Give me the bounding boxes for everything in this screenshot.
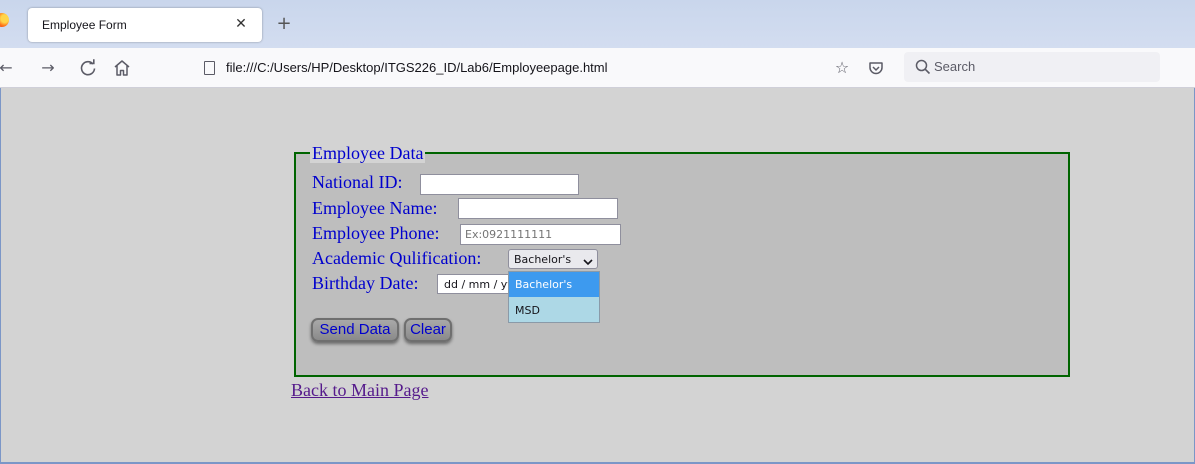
back-arrow-icon[interactable]: ← — [0, 56, 18, 80]
employee-phone-label: Employee Phone: — [312, 223, 440, 243]
clear-button[interactable]: Clear — [404, 318, 452, 342]
search-placeholder: Search — [934, 59, 976, 74]
window-frame-right — [1185, 88, 1195, 464]
birthday-label: Birthday Date: — [312, 273, 419, 293]
search-icon — [914, 58, 932, 76]
birthday-date-field[interactable]: dd / mm / yyyy — [437, 274, 517, 294]
search-bar[interactable]: Search — [904, 52, 1160, 82]
employee-phone-field[interactable] — [460, 224, 621, 245]
new-tab-icon[interactable]: + — [272, 12, 296, 36]
pocket-icon[interactable] — [866, 58, 886, 78]
page-icon — [204, 61, 215, 75]
tab-strip: Employee Form ✕ + — [0, 0, 1195, 48]
bookmark-star-icon[interactable]: ☆ — [832, 58, 852, 78]
fieldset-legend: Employee Data — [310, 143, 426, 163]
tab-employee-form[interactable]: Employee Form ✕ — [28, 8, 262, 42]
forward-arrow-icon[interactable]: → — [36, 56, 60, 80]
window-frame-left — [0, 88, 8, 464]
birthday-date-placeholder: dd / mm / yyyy — [444, 278, 516, 291]
qualification-select[interactable]: Bachelor's — [508, 249, 598, 269]
close-tab-icon[interactable]: ✕ — [230, 13, 252, 35]
qualification-label: Academic Qulification: — [312, 248, 482, 268]
address-bar[interactable]: file:///C:/Users/HP/Desktop/ITGS226_ID/L… — [196, 53, 886, 83]
employee-name-field[interactable] — [458, 198, 618, 219]
tab-title: Employee Form — [42, 18, 127, 32]
reload-icon[interactable] — [76, 56, 100, 80]
send-data-button[interactable]: Send Data — [311, 318, 399, 342]
national-id-label: National ID: — [312, 172, 403, 192]
qualification-dropdown-list: Bachelor's MSD — [508, 271, 600, 323]
employee-name-label: Employee Name: — [312, 198, 438, 218]
qualification-selected-value: Bachelor's — [514, 253, 572, 266]
dropdown-option-bachelors[interactable]: Bachelor's — [509, 272, 599, 297]
national-id-field[interactable] — [420, 174, 579, 195]
dropdown-option-msd[interactable]: MSD — [509, 298, 599, 323]
url-text[interactable]: file:///C:/Users/HP/Desktop/ITGS226_ID/L… — [226, 60, 608, 75]
chevron-down-icon — [583, 255, 593, 266]
firefox-logo-icon — [0, 13, 9, 27]
back-to-main-link[interactable]: Back to Main Page — [291, 379, 428, 401]
home-icon[interactable] — [110, 56, 134, 80]
